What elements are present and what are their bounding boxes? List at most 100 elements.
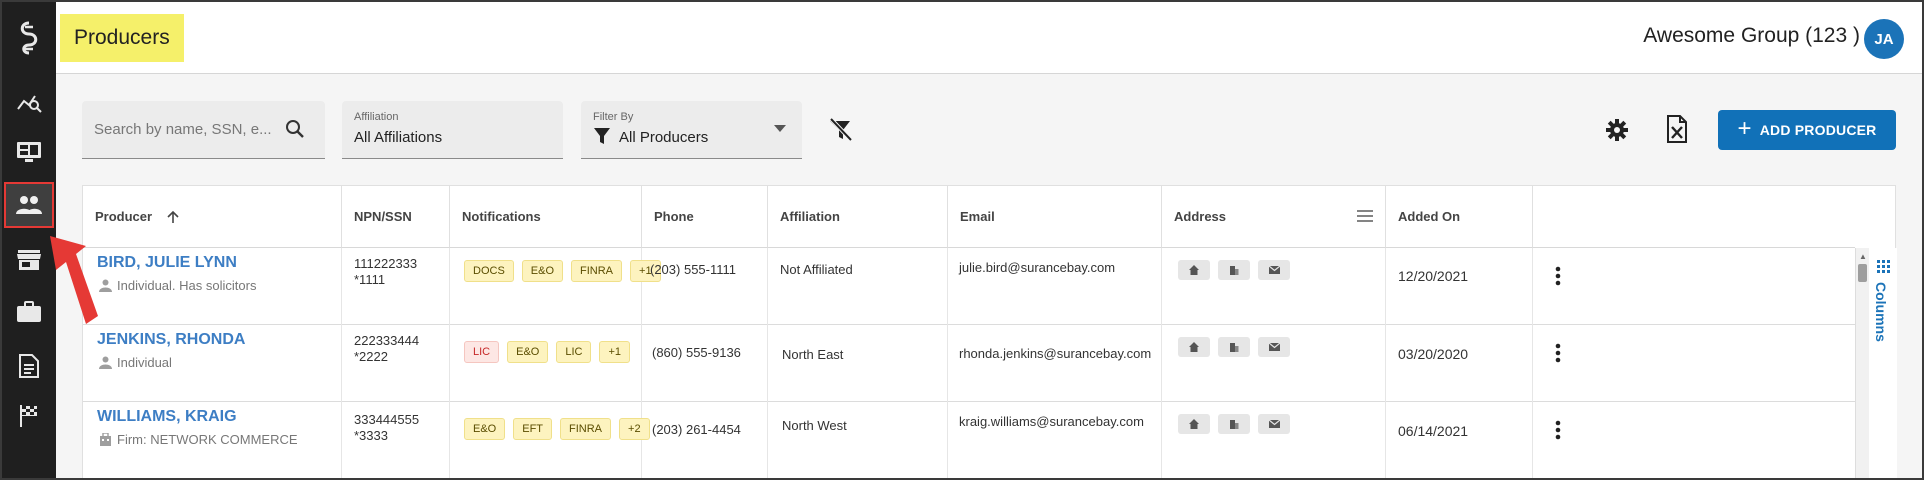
row-actions-cell <box>1533 248 1588 325</box>
notification-chip[interactable]: FINRA <box>560 418 612 440</box>
columns-toggle[interactable]: Columns <box>1869 248 1897 478</box>
funnel-icon <box>594 128 610 144</box>
home-address-icon[interactable] <box>1178 260 1210 280</box>
notification-chip[interactable]: LIC <box>556 341 592 363</box>
person-icon <box>99 356 112 369</box>
sidebar-item-flag[interactable] <box>2 394 56 438</box>
affiliation-cell: North West <box>768 402 948 478</box>
settings-gear-icon[interactable] <box>1605 118 1629 142</box>
notifications-cell: E&O EFT FINRA +2 <box>450 402 650 478</box>
column-header-npn-ssn[interactable]: NPN/SSN <box>342 186 450 248</box>
producer-name-link[interactable]: BIRD, JULIE LYNN <box>97 254 237 272</box>
column-header-added-on[interactable]: Added On <box>1386 186 1533 248</box>
sidebar-item-documents[interactable] <box>2 344 56 388</box>
column-header-affiliation[interactable]: Affiliation <box>768 186 948 248</box>
scrollbar-thumb[interactable] <box>1858 264 1867 282</box>
sidebar-item-producers[interactable] <box>4 182 54 228</box>
phone-cell: (203) 555-1111 <box>642 248 768 325</box>
table-row[interactable]: JENKINS, RHONDA Individual 222333444 *22… <box>83 325 1855 402</box>
more-vert-icon[interactable] <box>1555 266 1561 286</box>
notification-chip[interactable]: DOCS <box>464 260 514 282</box>
added-on-cell: 03/20/2020 <box>1386 325 1533 402</box>
notification-chip[interactable]: EFT <box>513 418 553 440</box>
page-header: Producers Awesome Group (123 ) JA <box>56 2 1922 74</box>
producer-type: Individual <box>99 355 172 370</box>
search-placeholder: Search by name, SSN, e... <box>94 121 272 138</box>
notification-chip[interactable]: E&O <box>507 341 549 363</box>
add-producer-label: ADD PRODUCER <box>1759 122 1877 138</box>
notification-chip[interactable]: LIC <box>464 341 500 363</box>
ssn-value: *1111 <box>354 272 386 287</box>
sidebar-logo[interactable] <box>2 16 56 60</box>
mailing-address-icon[interactable] <box>1258 337 1290 357</box>
people-icon <box>16 196 42 214</box>
app-window: Producers Awesome Group (123 ) JA Search… <box>0 0 1924 480</box>
mailing-address-icon[interactable] <box>1258 260 1290 280</box>
caret-down-icon <box>774 125 786 132</box>
notifications-cell: LIC E&O LIC +1 <box>450 325 642 402</box>
affiliation-select[interactable]: Affiliation All Affiliations <box>342 101 563 159</box>
table-row[interactable]: WILLIAMS, KRAIG Firm: NETWORK COMMERCE 3… <box>83 402 1855 478</box>
column-header-notifications[interactable]: Notifications <box>450 186 642 248</box>
export-excel-icon[interactable] <box>1666 115 1688 143</box>
producer-cell: BIRD, JULIE LYNN Individual. Has solicit… <box>83 248 342 325</box>
avatar[interactable]: JA <box>1864 19 1904 59</box>
plus-icon: + <box>1737 115 1752 142</box>
npn-ssn-cell: 222333444 *2222 <box>342 325 450 402</box>
phone-cell: (860) 555-9136 <box>642 325 768 402</box>
column-header-phone[interactable]: Phone <box>642 186 768 248</box>
affiliation-cell: Not Affiliated <box>768 248 948 325</box>
column-header-email[interactable]: Email <box>948 186 1162 248</box>
page-title: Producers <box>60 14 184 62</box>
search-input[interactable]: Search by name, SSN, e... <box>82 101 325 159</box>
store-icon <box>17 250 41 270</box>
sort-ascending-icon[interactable] <box>166 210 180 224</box>
dashboard-icon <box>17 142 41 162</box>
filter-by-select[interactable]: Filter By All Producers <box>581 101 802 159</box>
producer-cell: WILLIAMS, KRAIG Firm: NETWORK COMMERCE <box>83 402 342 478</box>
table-row[interactable]: BIRD, JULIE LYNN Individual. Has solicit… <box>83 248 1855 325</box>
notification-chip[interactable]: E&O <box>521 260 564 282</box>
notification-more-chip[interactable]: +1 <box>599 341 631 363</box>
app-logo-icon <box>20 21 38 55</box>
home-address-icon[interactable] <box>1178 337 1210 357</box>
more-vert-icon[interactable] <box>1555 343 1561 363</box>
clear-filter-icon[interactable] <box>828 118 854 142</box>
briefcase-icon <box>17 301 41 322</box>
notification-chip[interactable]: E&O <box>464 418 506 440</box>
table-scrollbar[interactable]: ▲ <box>1855 248 1869 478</box>
phone-cell: (203) 261-4454 <box>642 402 768 478</box>
npn-value: 333444555 <box>354 412 420 427</box>
address-cell <box>1162 248 1386 325</box>
business-address-icon[interactable] <box>1218 337 1250 357</box>
producer-cell: JENKINS, RHONDA Individual <box>83 325 342 402</box>
column-header-actions <box>1533 186 1855 248</box>
more-vert-icon[interactable] <box>1555 420 1561 440</box>
column-header-address[interactable]: Address <box>1162 186 1386 248</box>
column-header-producer[interactable]: Producer <box>83 186 342 248</box>
mailing-address-icon[interactable] <box>1258 414 1290 434</box>
row-actions-cell <box>1533 325 1588 402</box>
columns-grid-icon <box>1877 260 1890 273</box>
notifications-cell: DOCS E&O FINRA +1 <box>450 248 661 325</box>
column-menu-icon[interactable] <box>1357 210 1373 222</box>
affiliation-label: Affiliation <box>354 111 399 123</box>
notification-chip[interactable]: FINRA <box>571 260 623 282</box>
npn-value: 111222333 <box>354 256 418 271</box>
business-address-icon[interactable] <box>1218 414 1250 434</box>
sidebar-item-analytics[interactable] <box>2 80 56 124</box>
home-address-icon[interactable] <box>1178 414 1210 434</box>
producer-name-link[interactable]: JENKINS, RHONDA <box>97 331 245 349</box>
org-name[interactable]: Awesome Group (123 ) <box>1643 24 1860 48</box>
scroll-up-arrow-icon[interactable]: ▲ <box>1859 252 1867 261</box>
sidebar-item-dashboard[interactable] <box>2 130 56 174</box>
document-icon <box>19 354 39 378</box>
columns-label: Columns <box>1873 282 1889 342</box>
search-icon[interactable] <box>285 119 305 139</box>
add-producer-button[interactable]: + ADD PRODUCER <box>1718 110 1896 150</box>
producer-name-link[interactable]: WILLIAMS, KRAIG <box>97 408 237 426</box>
business-address-icon[interactable] <box>1218 260 1250 280</box>
address-cell <box>1162 325 1386 402</box>
annotation-arrow <box>50 236 98 324</box>
producer-type: Firm: NETWORK COMMERCE <box>99 432 298 447</box>
